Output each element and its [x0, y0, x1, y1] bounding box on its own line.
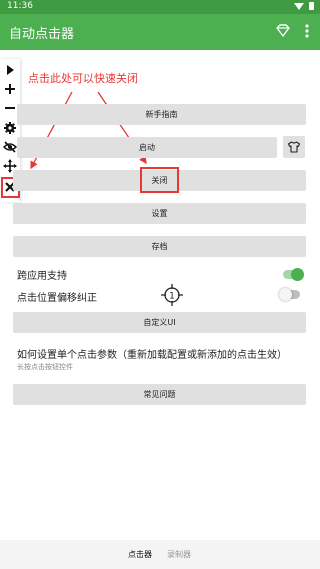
battery-icon	[309, 2, 314, 10]
help-question: 如何设置单个点击参数（重新加载配置或新添加的点击生效）	[17, 350, 287, 361]
app-title: 自动点击器	[9, 27, 75, 42]
close-button-highlight-frame	[140, 167, 179, 193]
faq-button[interactable]: 常见问题	[13, 384, 306, 405]
help-hint: 长按点击按钮控件	[17, 363, 73, 371]
switch-knob	[291, 268, 304, 281]
skin-button[interactable]	[283, 136, 305, 158]
app-bar: 自动点击器	[0, 14, 320, 50]
offset-fix-label: 点击位置偏移纠正	[17, 293, 97, 304]
cross-app-label: 跨应用支持	[17, 271, 67, 282]
status-icons	[294, 2, 314, 10]
switch-knob	[279, 288, 292, 301]
visibility-off-icon[interactable]	[3, 140, 17, 154]
archive-button[interactable]: 存档	[13, 236, 306, 257]
cross-app-switch[interactable]	[283, 268, 304, 281]
guide-button[interactable]: 新手指南	[17, 104, 306, 125]
play-icon[interactable]	[3, 63, 17, 77]
status-bar: 11:36	[0, 0, 320, 14]
status-time: 11:36	[7, 1, 33, 11]
add-icon[interactable]	[3, 82, 17, 96]
annotation-text: 点击此处可以快速关闭	[28, 72, 138, 85]
crosshair-target-icon: 1	[161, 284, 183, 306]
bottom-nav: 点击器 录制器	[0, 540, 320, 569]
remove-icon[interactable]	[3, 101, 17, 115]
settings-icon[interactable]	[3, 121, 17, 135]
svg-text:1: 1	[169, 292, 175, 302]
tab-recorder[interactable]: 录制器	[167, 549, 191, 560]
offset-fix-switch[interactable]	[279, 288, 300, 301]
shirt-icon	[287, 141, 301, 153]
more-vert-icon[interactable]	[298, 22, 316, 40]
wifi-icon	[294, 2, 304, 10]
settings-button[interactable]: 设置	[13, 203, 306, 224]
tab-clicker[interactable]: 点击器	[128, 549, 152, 560]
custom-ui-button[interactable]: 自定义UI	[13, 312, 306, 333]
start-button[interactable]: 启动	[17, 137, 277, 158]
diamond-icon[interactable]	[274, 22, 292, 40]
